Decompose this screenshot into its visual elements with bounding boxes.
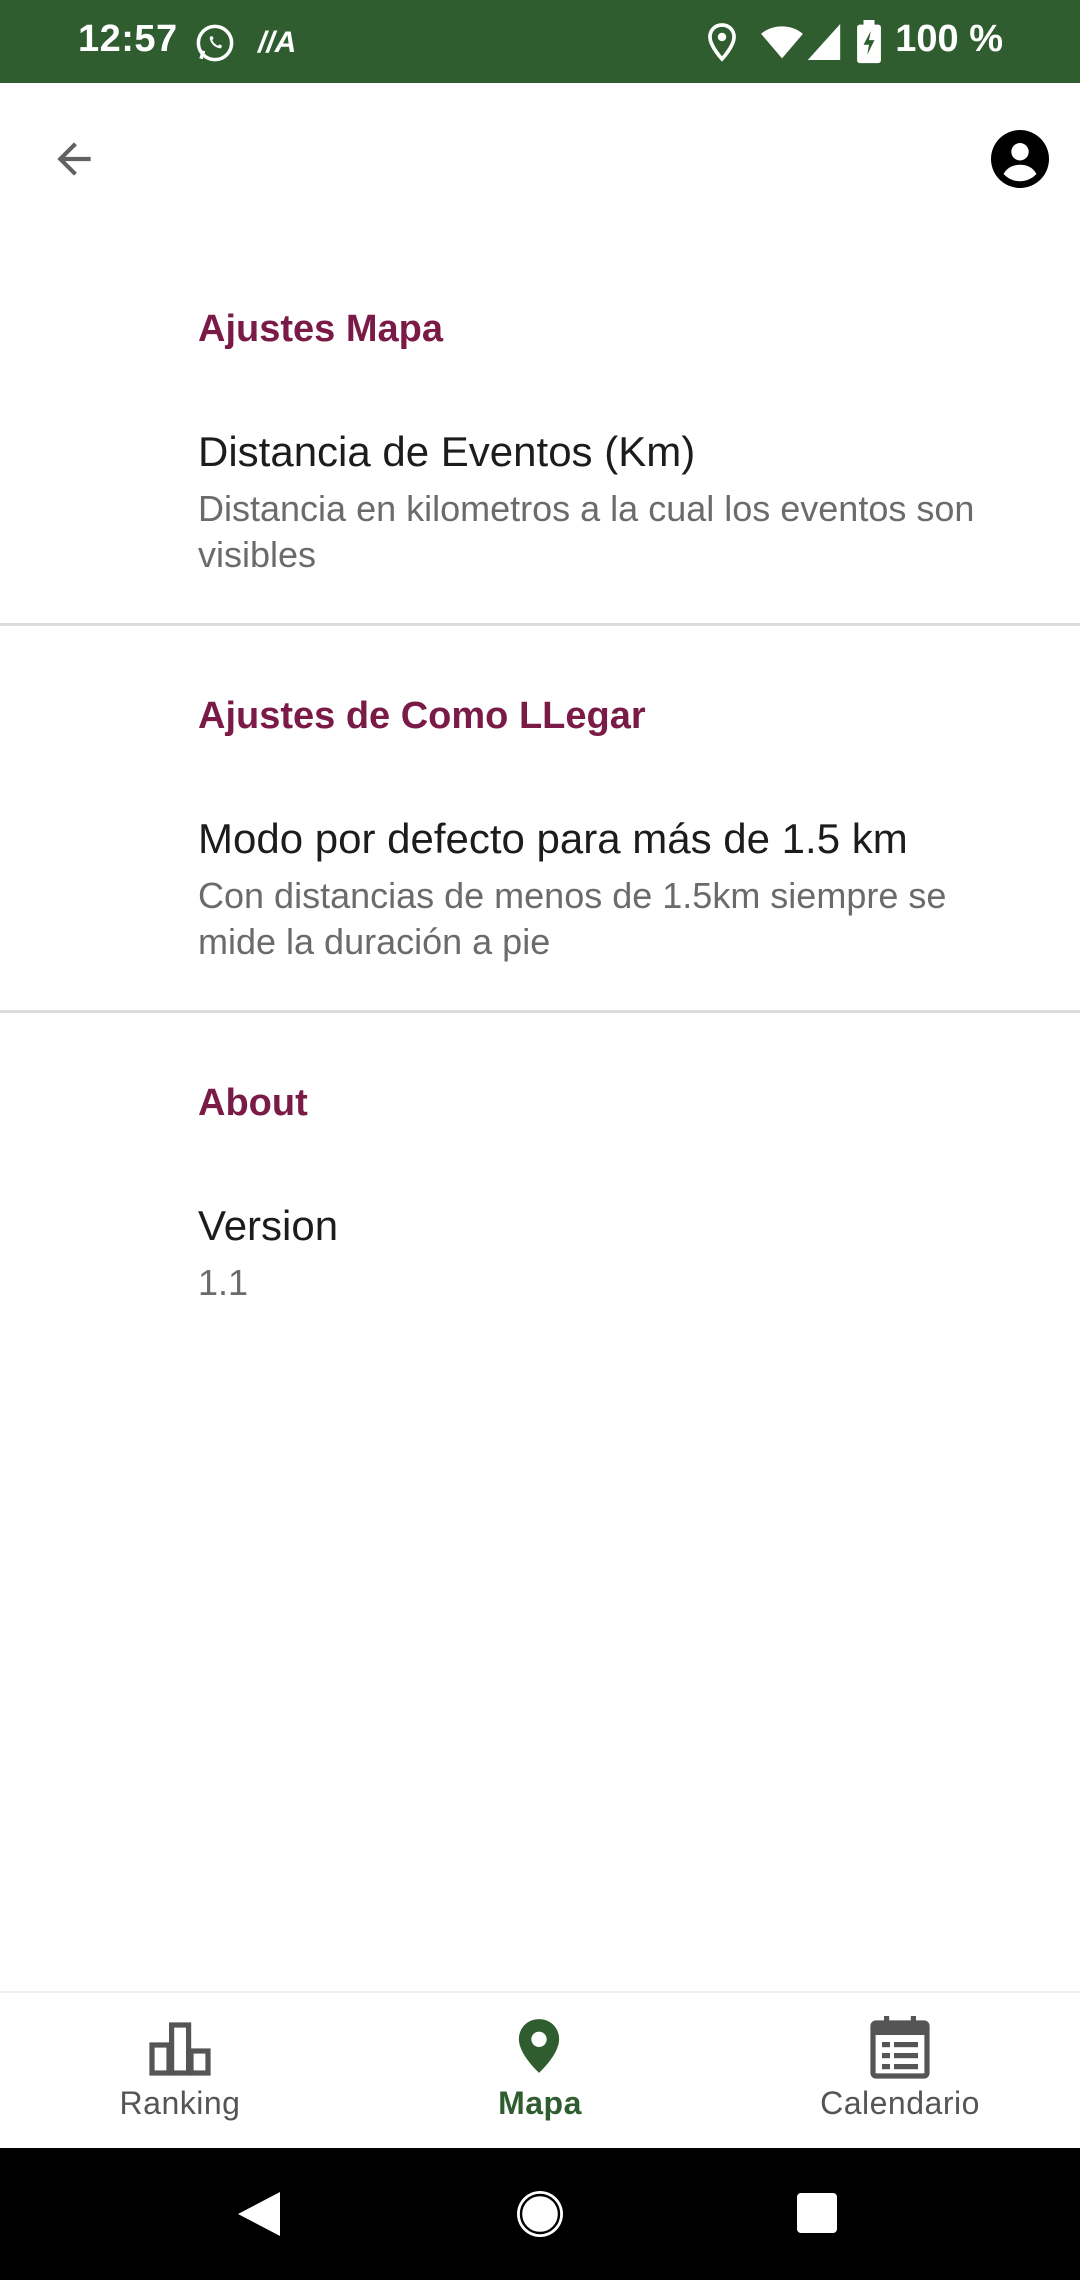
wifi-icon [760, 22, 804, 67]
category-about: About [198, 1082, 308, 1124]
pref-version-title[interactable]: Version [198, 1202, 338, 1250]
back-button[interactable] [40, 125, 108, 193]
nav-item-mapa[interactable]: Mapa [360, 1993, 720, 2150]
map-pin-icon [518, 2019, 560, 2073]
system-navigation-bar [0, 2148, 1080, 2280]
battery-charging-icon [856, 20, 882, 69]
pref-distancia-eventos-title[interactable]: Distancia de Eventos (Km) [198, 428, 695, 476]
section-divider [0, 1010, 1080, 1013]
bottom-navigation: Ranking Mapa Calendario [0, 1991, 1080, 2150]
nav-item-ranking[interactable]: Ranking [0, 1993, 360, 2150]
nav-item-calendario[interactable]: Calendario [720, 1993, 1080, 2150]
status-time: 12:57 [78, 18, 178, 60]
pref-distancia-eventos-summary: Distancia en kilometros a la cual los ev… [198, 488, 975, 575]
account-circle-icon [991, 130, 1049, 188]
whatsapp-icon [194, 22, 236, 69]
carrier-icon: //A [258, 26, 297, 59]
home-circle-icon[interactable] [514, 2188, 566, 2240]
calendar-icon [870, 2016, 930, 2079]
back-triangle-icon[interactable] [236, 2190, 282, 2238]
ranking-icon [149, 2022, 211, 2076]
battery-percent: 100 % [895, 18, 1003, 60]
section-divider [0, 623, 1080, 626]
nav-label-ranking: Ranking [119, 2085, 241, 2121]
nav-label-calendario: Calendario [820, 2085, 980, 2121]
top-app-bar [0, 83, 1080, 233]
location-icon [705, 22, 739, 67]
pref-modo-defecto-title[interactable]: Modo por defecto para más de 1.5 km [198, 815, 908, 863]
pref-version-summary: 1.1 [198, 1262, 249, 1303]
status-bar: 12:57 //A 100 % [0, 0, 1080, 83]
account-button[interactable] [986, 125, 1054, 193]
pref-modo-defecto-summary: Con distancias de menos de 1.5km siempre… [198, 875, 947, 962]
nav-label-mapa: Mapa [498, 2085, 582, 2121]
recents-square-icon[interactable] [796, 2192, 838, 2234]
arrow-back-icon [57, 142, 91, 176]
category-ajustes-mapa: Ajustes Mapa [198, 308, 443, 350]
signal-icon [806, 22, 842, 67]
category-como-llegar: Ajustes de Como LLegar [198, 695, 646, 737]
